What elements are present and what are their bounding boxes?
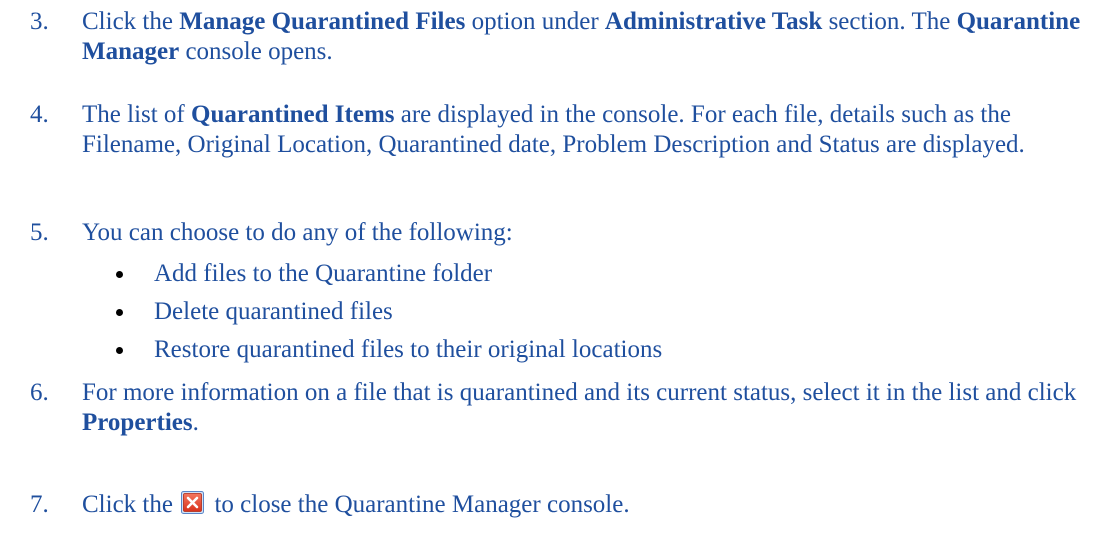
step-4: 4. The list of Quarantined Items are dis… — [30, 100, 1110, 160]
step-text: Click the to close the Quarantine Manage… — [82, 491, 630, 518]
ui-term: Manage Quarantined Files — [179, 8, 466, 35]
ui-term: Quarantined Items — [191, 101, 395, 128]
list-item: Add files to the Quarantine folder — [112, 259, 1072, 297]
step-number: 7. — [30, 491, 49, 518]
bullet-icon — [116, 347, 123, 354]
step-5: 5. You can choose to do any of the follo… — [30, 218, 1110, 248]
step-text: For more information on a file that is q… — [82, 379, 1077, 436]
step-3: 3. Click the Manage Quarantined Files op… — [30, 7, 1110, 67]
step-text: The list of Quarantined Items are displa… — [82, 101, 1025, 158]
step-text: Click the Manage Quarantined Files optio… — [82, 8, 1081, 65]
bullet-icon — [116, 271, 123, 278]
ui-term: Administrative Task — [604, 8, 823, 35]
step-number: 4. — [30, 101, 49, 128]
close-icon[interactable] — [181, 491, 205, 514]
step-number: 3. — [30, 8, 49, 35]
step-7: 7. Click the to close the Quarantine Man… — [30, 490, 1110, 520]
bullet-icon — [116, 309, 123, 316]
list-item: Delete quarantined files — [112, 297, 1072, 335]
step-6: 6. For more information on a file that i… — [30, 378, 1110, 438]
step-number: 6. — [30, 379, 49, 406]
ui-term: Properties — [82, 409, 193, 436]
step-text: You can choose to do any of the followin… — [82, 219, 513, 246]
step-number: 5. — [30, 219, 49, 246]
list-item: Restore quarantined files to their origi… — [112, 335, 1072, 373]
options-list: Add files to the Quarantine folder Delet… — [112, 259, 1072, 373]
